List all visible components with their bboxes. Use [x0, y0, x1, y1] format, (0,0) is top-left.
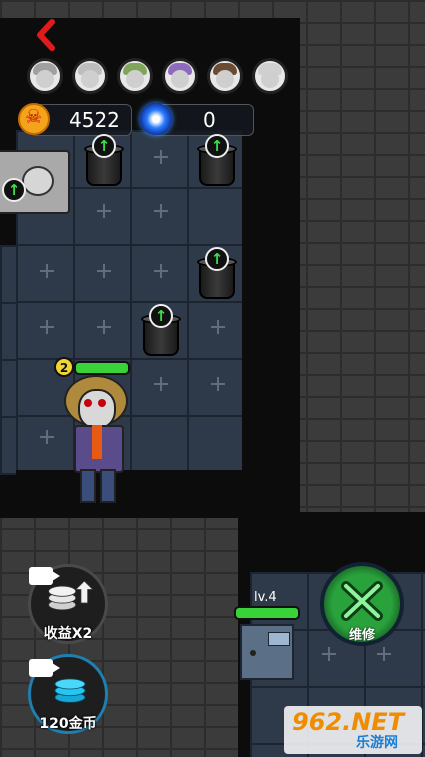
upgrade-arrow-icon[interactable]: ↑ — [205, 134, 229, 158]
floor-mark — [97, 204, 111, 218]
monster-health-bar — [74, 361, 130, 375]
door-level-label: lv.4 — [254, 590, 277, 605]
upgrade-arrow-icon[interactable]: ↑ — [205, 247, 229, 271]
party-avatar-old-man[interactable] — [72, 58, 108, 94]
blue-orb-icon — [140, 103, 172, 135]
floor-mark — [322, 647, 336, 661]
repair-button[interactable]: 维修 — [320, 562, 404, 646]
gem-count: 0 — [203, 108, 216, 132]
gold-120-label: 120金币 — [39, 716, 97, 732]
upgrade-arrow-icon[interactable]: ↑ — [149, 304, 173, 328]
trash-can-upgradable[interactable]: ↑ — [196, 134, 238, 186]
game-scene: 4522 0 ↑ ↑ ↑ ↑ ↑ 2 lv.4 维修 — [0, 0, 425, 757]
floor-mark — [211, 320, 225, 334]
trash-can-upgradable[interactable]: ↑ — [83, 134, 125, 186]
back-arrow-icon[interactable] — [30, 18, 64, 52]
door[interactable] — [240, 624, 294, 680]
party-avatar-green-hair[interactable] — [117, 58, 153, 94]
skull-coin-icon — [18, 103, 50, 135]
zombie-clown-monster[interactable] — [60, 375, 132, 505]
trash-can-upgradable[interactable]: ↑ — [196, 247, 238, 299]
floor-mark — [154, 377, 168, 391]
watermark-site-name: 乐游网 — [356, 735, 398, 751]
door-health-bar — [234, 606, 300, 620]
floor-mark — [97, 320, 111, 334]
party-avatar-purple-hair[interactable] — [162, 58, 198, 94]
floor-mark — [154, 264, 168, 278]
blue-coin-stack-icon — [54, 678, 86, 703]
room-floor-left — [0, 245, 16, 475]
site-watermark-logo: 962.NET 乐游网 — [284, 706, 422, 754]
floor-mark — [211, 377, 225, 391]
floor-mark — [97, 264, 111, 278]
bed-upgrade-arrow[interactable]: ↑ — [2, 178, 28, 204]
repair-label: 维修 — [348, 628, 375, 643]
floor-mark — [40, 430, 54, 444]
floor-mark — [154, 150, 168, 164]
party-avatar-ghost-girl[interactable] — [27, 58, 63, 94]
floor-mark — [377, 647, 391, 661]
floor-mark — [40, 264, 54, 278]
party-avatar-bald-old[interactable] — [252, 58, 288, 94]
party-avatar-brown-hair[interactable] — [207, 58, 243, 94]
gold-120-button[interactable]: 120金币 — [28, 654, 108, 734]
coin-stack-arrow-icon — [48, 581, 94, 611]
income-x2-button[interactable]: 收益X2 — [28, 564, 108, 644]
floor-mark — [154, 204, 168, 218]
coin-count: 4522 — [69, 108, 120, 132]
income-x2-label: 收益X2 — [43, 626, 93, 642]
floor-mark — [40, 320, 54, 334]
monster-level-badge: 2 — [54, 357, 74, 377]
trash-can-upgradable[interactable]: ↑ — [140, 304, 182, 356]
upgrade-arrow-icon[interactable]: ↑ — [92, 134, 116, 158]
